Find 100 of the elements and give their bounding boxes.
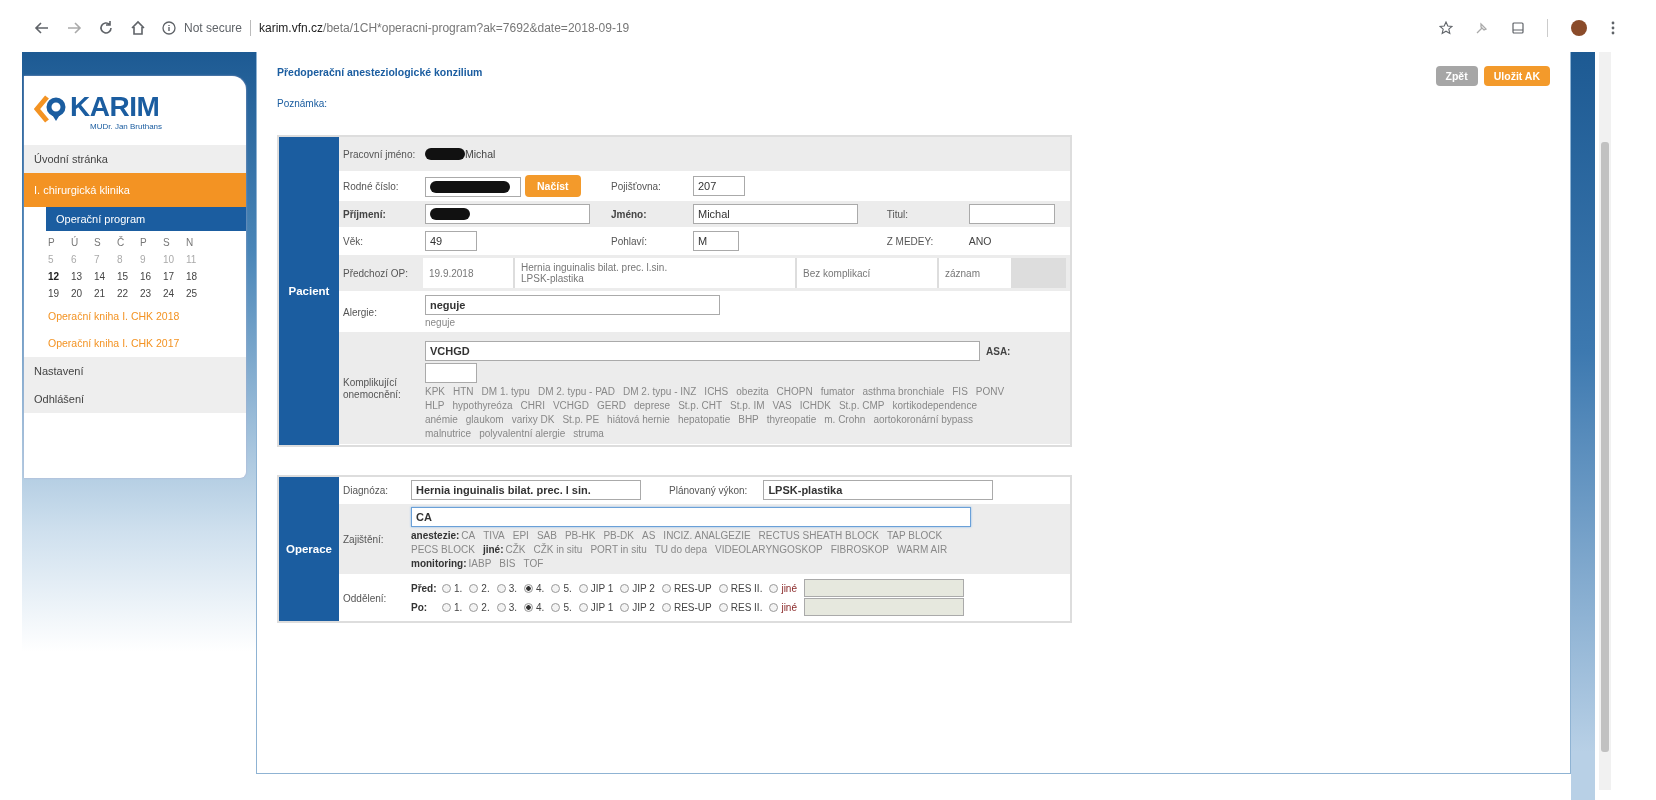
option-link[interactable]: hypothyreóza	[452, 400, 513, 412]
avatar-icon[interactable]	[1570, 19, 1588, 37]
radio-button[interactable]	[524, 602, 534, 612]
calendar-day[interactable]: 8	[117, 254, 140, 265]
option-link[interactable]: struma	[573, 428, 604, 440]
option-link[interactable]: St.p. CHT	[678, 400, 723, 412]
option-link[interactable]: St.p. IM	[730, 400, 765, 412]
option-link[interactable]: anémie	[425, 414, 458, 426]
calendar-day[interactable]: 21	[94, 288, 117, 299]
info-icon[interactable]	[162, 21, 176, 35]
option-link[interactable]: BHP	[738, 414, 759, 426]
menu-item[interactable]: Operační program	[46, 207, 246, 231]
menu-item[interactable]: I. chirurgická klinika	[24, 173, 246, 207]
option-link[interactable]: TAP BLOCK	[887, 530, 943, 542]
option-link[interactable]: RECTUS SHEATH BLOCK	[758, 530, 879, 542]
option-link[interactable]: ICHS	[704, 386, 729, 398]
option-link[interactable]: HTN	[453, 386, 474, 398]
option-link[interactable]: INCIZ. ANALGEZIE	[663, 530, 751, 542]
input-field[interactable]: 49	[425, 231, 477, 252]
input-field[interactable]: Hernia inguinalis bilat. prec. l sin.	[411, 480, 641, 501]
option-link[interactable]: GERD	[597, 400, 626, 412]
option-link[interactable]: DM 2. typu - PAD	[537, 386, 615, 398]
scrollbar[interactable]	[1599, 52, 1611, 790]
radio-button[interactable]	[661, 602, 671, 612]
radio-button[interactable]	[718, 602, 728, 612]
book-link[interactable]: Operační kniha I. CHK 2017	[24, 330, 246, 357]
input-field[interactable]	[425, 177, 521, 198]
calendar-day[interactable]: 12	[48, 271, 71, 282]
calendar-day[interactable]: 10	[163, 254, 186, 265]
option-link[interactable]: PB-DK	[603, 530, 634, 542]
option-link[interactable]: CŽK	[505, 544, 526, 556]
calendar-day[interactable]: 18	[186, 271, 209, 282]
home-icon[interactable]	[130, 20, 146, 36]
input-field[interactable]: M	[693, 231, 739, 252]
calendar-day[interactable]: 17	[163, 271, 186, 282]
back-button[interactable]: Zpět	[1435, 66, 1478, 86]
calendar-day[interactable]: 5	[48, 254, 71, 265]
option-link[interactable]: PECS BLOCK	[411, 544, 475, 556]
calendar-day[interactable]: 25	[186, 288, 209, 299]
radio-button[interactable]	[442, 583, 451, 593]
input-field[interactable]: LPSK-plastika	[763, 480, 994, 501]
radio-button[interactable]	[661, 583, 671, 593]
option-link[interactable]: FIS	[952, 386, 968, 398]
option-link[interactable]: fumator	[820, 386, 855, 398]
option-link[interactable]: KPK	[425, 386, 445, 398]
radio-button[interactable]	[718, 583, 728, 593]
radio-button[interactable]	[578, 602, 588, 612]
option-link[interactable]: ICHDK	[799, 400, 831, 412]
radio-button[interactable]	[551, 602, 561, 612]
option-link[interactable]: CA	[461, 530, 476, 542]
forward-icon[interactable]	[66, 20, 82, 36]
input-field[interactable]: CA	[411, 507, 971, 528]
radio-button[interactable]	[469, 583, 479, 593]
option-link[interactable]: polyvalentní alergie	[479, 428, 566, 440]
option-link[interactable]: FIBROSKOP	[830, 544, 889, 556]
option-link[interactable]: VCHGD	[552, 400, 590, 412]
address-bar[interactable]: Not secure karim.vfn.cz/beta/1CH*operacni-program?ak=7692&date=2018-09-19	[162, 20, 1423, 36]
option-link[interactable]: St.p. CMP	[838, 400, 885, 412]
input-field[interactable]: VCHGD	[425, 341, 980, 362]
option-link[interactable]: VIDEOLARYNGOSKOP	[715, 544, 823, 556]
option-link[interactable]: DM 2. typu - INZ	[623, 386, 697, 398]
option-link[interactable]: CŽK in situ	[533, 544, 583, 556]
option-link[interactable]: PB-HK	[564, 530, 596, 542]
menu-item[interactable]: Úvodní stránka	[24, 145, 246, 173]
option-link[interactable]: TOF	[523, 558, 544, 570]
option-link[interactable]: kortikodependence	[892, 400, 977, 412]
radio-button[interactable]	[578, 583, 588, 593]
calendar-day[interactable]: 9	[140, 254, 163, 265]
radio-button[interactable]	[496, 583, 506, 593]
radio-button[interactable]	[620, 602, 630, 612]
option-link[interactable]: PORT in situ	[590, 544, 647, 556]
document-icon[interactable]	[1511, 21, 1525, 35]
radio-button[interactable]	[496, 602, 506, 612]
input-field[interactable]: 207	[693, 176, 745, 197]
option-link[interactable]: asthma bronchiale	[862, 386, 945, 398]
scrollbar-thumb[interactable]	[1601, 142, 1609, 752]
calendar-day[interactable]: 16	[140, 271, 163, 282]
calendar-day[interactable]: 6	[71, 254, 94, 265]
option-link[interactable]: CHRI	[520, 400, 545, 412]
save-button[interactable]: Uložit AK	[1483, 66, 1550, 86]
option-link[interactable]: VAS	[772, 400, 792, 412]
menu-item[interactable]: Nastavení	[24, 357, 246, 385]
radio-button[interactable]	[524, 583, 534, 593]
extension-icon[interactable]	[1475, 21, 1489, 35]
option-link[interactable]: PONV	[975, 386, 1005, 398]
radio-button[interactable]	[469, 602, 479, 612]
radio-button[interactable]	[442, 602, 451, 612]
book-link[interactable]: Operační kniha I. CHK 2018	[24, 303, 246, 330]
input-field[interactable]: Michal	[693, 204, 858, 225]
input-field[interactable]	[425, 204, 590, 225]
radio-button[interactable]	[769, 602, 779, 612]
option-link[interactable]: TU do depa	[654, 544, 707, 556]
asa-field[interactable]	[425, 363, 477, 384]
back-icon[interactable]	[34, 20, 50, 36]
calendar-day[interactable]: 11	[186, 254, 209, 265]
option-link[interactable]: deprese	[634, 400, 671, 412]
option-link[interactable]: DM 1. typu	[481, 386, 530, 398]
option-link[interactable]: BIS	[499, 558, 516, 570]
option-link[interactable]: CHOPN	[776, 386, 813, 398]
radio-button[interactable]	[769, 583, 779, 593]
